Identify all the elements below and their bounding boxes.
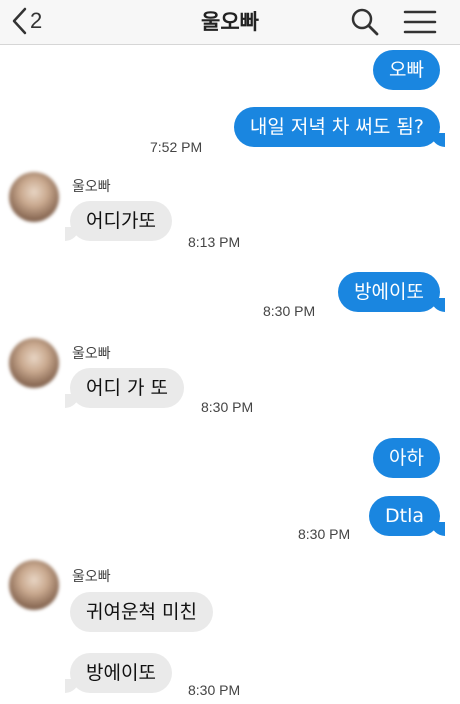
sender-name: 울오빠 bbox=[72, 569, 111, 585]
sent-message-bubble[interactable]: 내일 저녁 차 써도 됨? bbox=[233, 107, 440, 147]
bubble-tail bbox=[431, 133, 445, 147]
bubble-tail bbox=[65, 679, 79, 693]
bubble-tail bbox=[65, 227, 79, 241]
sent-message-bubble[interactable]: 오빠 bbox=[373, 50, 440, 90]
bubble-tail bbox=[431, 522, 445, 536]
avatar[interactable] bbox=[9, 338, 59, 388]
received-message-bubble[interactable]: 귀여운척 미친 bbox=[70, 592, 213, 632]
received-message-bubble[interactable]: 어디가또 bbox=[70, 201, 172, 241]
avatar[interactable] bbox=[9, 560, 59, 610]
sent-message-bubble[interactable]: 아하 bbox=[373, 438, 440, 478]
chat-title: 울오빠 bbox=[201, 10, 259, 34]
received-message-bubble[interactable]: 어디 가 또 bbox=[70, 368, 184, 408]
chat-header: 2 울오빠 bbox=[0, 0, 460, 45]
sent-message-bubble[interactable]: Dtla bbox=[368, 496, 440, 536]
message-timestamp: 8:13 PM bbox=[188, 234, 241, 250]
message-timestamp: 8:30 PM bbox=[263, 303, 316, 319]
message-timestamp: 8:30 PM bbox=[201, 399, 254, 415]
sender-name: 울오빠 bbox=[72, 179, 111, 195]
avatar[interactable] bbox=[9, 172, 59, 222]
sender-name: 울오빠 bbox=[72, 346, 111, 362]
menu-icon[interactable] bbox=[403, 7, 437, 37]
bubble-tail bbox=[431, 298, 445, 312]
message-timestamp: 8:30 PM bbox=[188, 682, 241, 698]
sent-message-bubble[interactable]: 방에이또 bbox=[338, 272, 440, 312]
message-timestamp: 8:30 PM bbox=[298, 526, 351, 542]
search-icon[interactable] bbox=[350, 7, 380, 37]
received-message-bubble[interactable]: 방에이또 bbox=[70, 653, 172, 693]
message-timestamp: 7:52 PM bbox=[150, 139, 203, 155]
bubble-tail bbox=[65, 394, 79, 408]
